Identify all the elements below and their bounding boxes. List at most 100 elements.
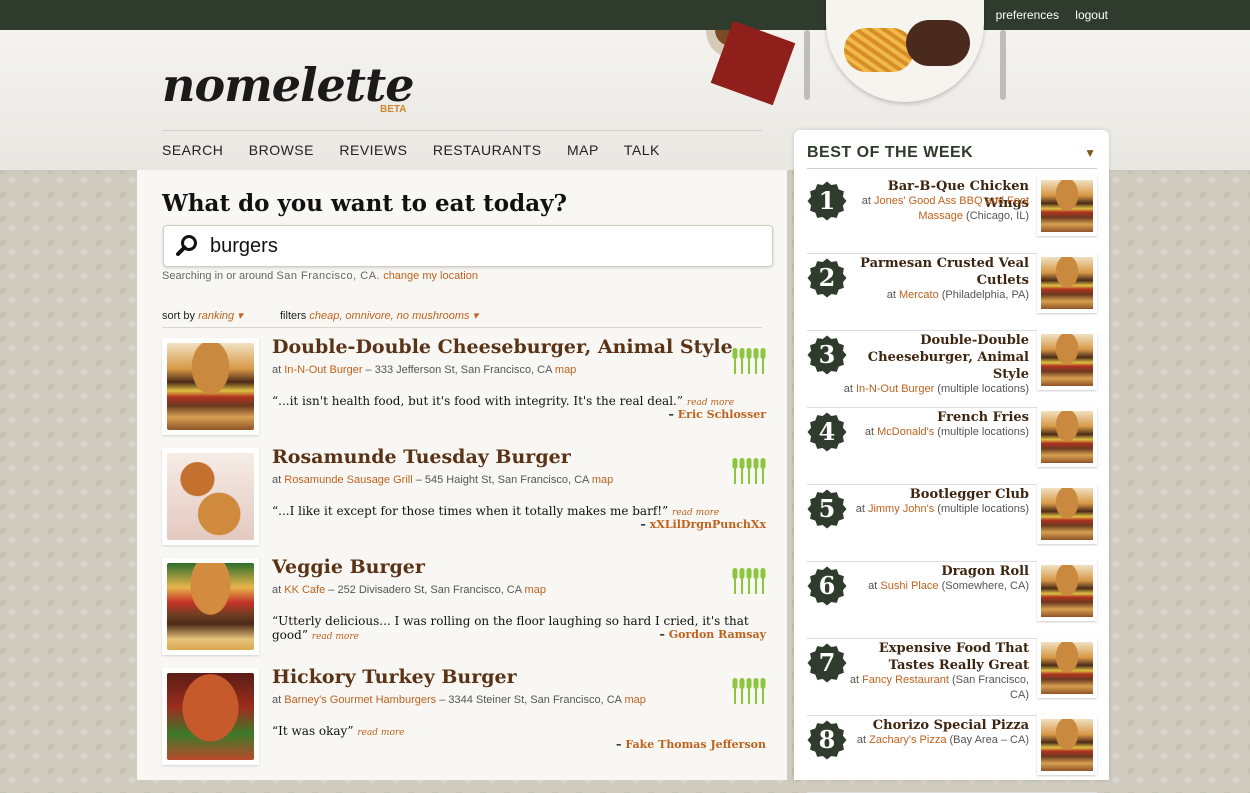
author-link[interactable]: xXLilDrgnPunchXx	[650, 518, 766, 531]
result-title[interactable]: Rosamunde Tuesday Burger	[272, 446, 571, 468]
review-quote: “...it isn't health food, but it's food …	[272, 394, 734, 408]
restaurant-link[interactable]: Rosamunde Sausage Grill	[284, 474, 412, 486]
location-prefix: Searching in or around	[162, 270, 274, 282]
read-more-link[interactable]: read more	[672, 508, 719, 518]
result-title[interactable]: Double-Double Cheeseburger, Animal Style	[272, 336, 733, 358]
at-label: at	[849, 674, 860, 686]
collapse-arrow-icon[interactable]: ▼	[1084, 146, 1096, 160]
fork-icon	[739, 348, 745, 374]
best-item-photo[interactable]	[1037, 715, 1097, 775]
best-item[interactable]: 5 Bootlegger Club at Jimmy John's (multi…	[807, 484, 1097, 562]
result-photo[interactable]	[162, 448, 259, 545]
best-item-photo[interactable]	[1037, 253, 1097, 313]
quote-text: “It was okay”	[272, 724, 354, 738]
restaurant-link[interactable]: Jimmy John's	[868, 503, 934, 515]
best-item-photo[interactable]	[1037, 484, 1097, 544]
best-item[interactable]: 3 Double-Double Cheeseburger, Animal Sty…	[807, 330, 1097, 408]
filters-dropdown[interactable]: cheap, omnivore, no mushrooms ▾	[309, 310, 478, 322]
result-title[interactable]: Veggie Burger	[272, 556, 425, 578]
result-meta: at In-N-Out Burger – 333 Jefferson St, S…	[272, 364, 576, 376]
author-link[interactable]: Eric Schlosser	[678, 408, 766, 421]
location-line: Searching in or around San Francisco, CA…	[162, 270, 478, 282]
best-item[interactable]: 2 Parmesan Crusted Veal Cutlets at Merca…	[807, 253, 1097, 331]
location-value: San Francisco, CA.	[276, 270, 381, 282]
sort-dropdown[interactable]: ranking ▾	[198, 310, 243, 322]
review-author: – Eric Schlosser	[668, 408, 766, 421]
logout-link[interactable]: logout	[1075, 8, 1108, 22]
nav-search[interactable]: SEARCH	[162, 142, 223, 158]
best-item-meta: at McDonald's (multiple locations)	[839, 425, 1029, 440]
result-meta: at KK Cafe – 252 Divisadero St, San Fran…	[272, 584, 546, 596]
restaurant-link[interactable]: KK Cafe	[284, 584, 325, 596]
result-address: – 333 Jefferson St, San Francisco, CA	[362, 364, 552, 376]
best-item-name[interactable]: Expensive Food That Tastes Really Great	[839, 640, 1029, 674]
fork-icon	[739, 458, 745, 484]
result-meta: at Rosamunde Sausage Grill – 545 Haight …	[272, 474, 613, 486]
nav-map[interactable]: MAP	[567, 142, 599, 158]
best-item-photo[interactable]	[1037, 330, 1097, 390]
best-item[interactable]: 7 Expensive Food That Tastes Really Grea…	[807, 638, 1097, 716]
at-label: at	[272, 364, 282, 376]
best-item-name[interactable]: Double-Double Cheeseburger, Animal Style	[839, 332, 1029, 383]
restaurant-link[interactable]: In-N-Out Burger	[856, 383, 934, 395]
best-item-name[interactable]: Dragon Roll	[839, 563, 1029, 580]
author-link[interactable]: Fake Thomas Jefferson	[625, 738, 766, 751]
result-photo[interactable]	[162, 558, 259, 655]
read-more-link[interactable]: read more	[687, 398, 734, 408]
search-input[interactable]	[208, 232, 752, 260]
best-item-location: (San Francisco, CA)	[948, 674, 1029, 701]
restaurant-link[interactable]: Mercato	[899, 289, 939, 301]
best-item-location: (Chicago, IL)	[962, 210, 1029, 222]
best-item[interactable]: 1 Bar-B-Que Chicken Wings at Jones' Good…	[807, 176, 1097, 254]
map-link[interactable]: map	[525, 584, 546, 596]
restaurant-link[interactable]: Fancy Restaurant	[862, 674, 949, 686]
author-link[interactable]: Gordon Ramsay	[669, 628, 766, 641]
best-of-week-title: BEST OF THE WEEK	[807, 144, 974, 161]
best-item-name[interactable]: Chorizo Special Pizza	[839, 717, 1029, 734]
best-item-meta: at In-N-Out Burger (multiple locations)	[839, 382, 1029, 397]
best-item-name[interactable]: French Fries	[839, 409, 1029, 426]
best-item-photo[interactable]	[1037, 176, 1097, 236]
restaurant-link[interactable]: Sushi Place	[880, 580, 938, 592]
result-photo[interactable]	[162, 338, 259, 435]
map-link[interactable]: map	[555, 364, 576, 376]
best-item-photo[interactable]	[1037, 638, 1097, 698]
result-title[interactable]: Hickory Turkey Burger	[272, 666, 517, 688]
best-item[interactable]: 6 Dragon Roll at Sushi Place (Somewhere,…	[807, 561, 1097, 639]
nav-restaurants[interactable]: RESTAURANTS	[433, 142, 542, 158]
result-address: – 3344 Steiner St, San Francisco, CA	[436, 694, 622, 706]
search-box[interactable]	[163, 225, 773, 267]
best-item-photo[interactable]	[1037, 407, 1097, 467]
best-item-meta: at Fancy Restaurant (San Francisco, CA)	[839, 673, 1029, 703]
nav-browse[interactable]: BROWSE	[249, 142, 314, 158]
read-more-link[interactable]: read more	[357, 728, 404, 738]
site-logo[interactable]: nomelette	[162, 58, 415, 112]
beta-badge: BETA	[380, 104, 407, 115]
filter-control: filters cheap, omnivore, no mushrooms ▾	[280, 309, 478, 322]
best-item-location: (multiple locations)	[934, 503, 1029, 515]
quote-text: “...I like it except for those times whe…	[272, 504, 669, 518]
map-link[interactable]: map	[624, 694, 645, 706]
map-link[interactable]: map	[592, 474, 613, 486]
preferences-link[interactable]: preferences	[996, 8, 1059, 22]
nav-reviews[interactable]: REVIEWS	[339, 142, 407, 158]
restaurant-link[interactable]: Barney's Gourmet Hamburgers	[284, 694, 436, 706]
best-item[interactable]: 8 Chorizo Special Pizza at Zachary's Piz…	[807, 715, 1097, 793]
nav-talk[interactable]: TALK	[624, 142, 660, 158]
restaurant-link[interactable]: Zachary's Pizza	[869, 734, 946, 746]
best-item-name[interactable]: Parmesan Crusted Veal Cutlets	[839, 255, 1029, 289]
fork-icon	[732, 348, 738, 374]
at-label: at	[272, 584, 282, 596]
change-location-link[interactable]: change my location	[383, 270, 478, 282]
restaurant-link[interactable]: In-N-Out Burger	[284, 364, 362, 376]
restaurant-link[interactable]: McDonald's	[877, 426, 934, 438]
fork-icon	[746, 568, 752, 594]
best-item[interactable]: 4 French Fries at McDonald's (multiple l…	[807, 407, 1097, 485]
read-more-link[interactable]: read more	[312, 632, 359, 642]
burger-photo	[1041, 642, 1093, 694]
best-item-photo[interactable]	[1037, 561, 1097, 621]
result-photo[interactable]	[162, 668, 259, 765]
fork-rating-icon	[732, 568, 766, 594]
best-item-name[interactable]: Bootlegger Club	[839, 486, 1029, 503]
best-item-meta: at Jones' Good Ass BBQ and Foot Massage …	[839, 194, 1029, 224]
